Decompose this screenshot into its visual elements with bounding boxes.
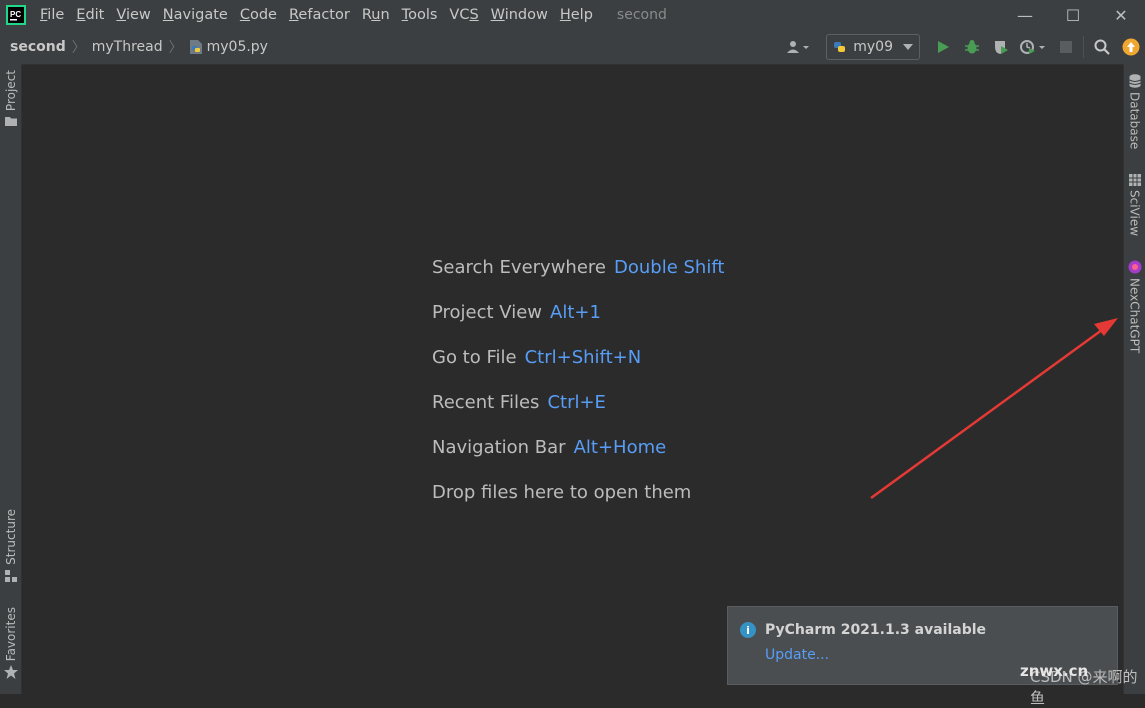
menu-window[interactable]: Window [485, 0, 554, 30]
toolbar-divider [1083, 36, 1084, 58]
window-title: second [616, 7, 667, 23]
shortcut-label: Double Shift [614, 257, 725, 278]
breadcrumb-file[interactable]: my05.py [189, 39, 268, 55]
hint-project-view: Project View Alt+1 [432, 302, 601, 323]
hint-go-to-file: Go to File Ctrl+Shift+N [432, 347, 642, 368]
ide-update-button[interactable] [1116, 30, 1145, 64]
menu-vcs[interactable]: VCS [443, 0, 484, 30]
tool-tab-project-label: Project [3, 70, 18, 112]
menu-view[interactable]: View [110, 0, 156, 30]
user-icon [787, 41, 810, 53]
menu-edit[interactable]: Edit [70, 0, 110, 30]
run-configuration-select[interactable]: my09 [826, 34, 920, 60]
menu-tools[interactable]: Tools [396, 0, 444, 30]
menu-run[interactable]: Run [356, 0, 396, 30]
breadcrumb-folder[interactable]: myThread [92, 39, 163, 55]
stop-icon [1059, 41, 1072, 53]
star-icon [3, 665, 18, 680]
left-tool-strip: Project Structure Favorites [0, 64, 22, 694]
site-watermark: znwx.cn [1020, 662, 1089, 680]
python-icon [834, 42, 846, 52]
navigation-bar: second 〉 myThread 〉 my05.py my09 [0, 30, 1145, 65]
pycharm-logo-icon: PC [6, 5, 26, 25]
profiler-icon [1020, 40, 1045, 54]
coverage-icon [994, 41, 1008, 54]
info-icon: i [740, 622, 756, 638]
shortcut-label: Ctrl+Shift+N [524, 347, 642, 368]
folder-icon [4, 117, 17, 127]
tool-tab-nexchatgpt-label: NexChatGPT [1127, 278, 1142, 354]
tool-tab-favorites-label: Favorites [3, 607, 18, 662]
menu-code[interactable]: Code [234, 0, 283, 30]
tool-tab-favorites[interactable]: Favorites [0, 607, 21, 680]
tool-tab-structure[interactable]: Structure [0, 509, 21, 582]
shortcut-label: Ctrl+E [547, 392, 606, 413]
python-file-icon [189, 39, 203, 55]
notification-title: PyCharm 2021.1.3 available [765, 622, 987, 638]
tool-tab-project[interactable]: Project [0, 70, 21, 127]
update-arrow-icon [1122, 38, 1139, 56]
menu-refactor[interactable]: Refactor [283, 0, 356, 30]
sciview-grid-icon [1128, 174, 1141, 186]
svg-text:PC: PC [10, 10, 21, 19]
chevron-down-icon [903, 44, 913, 50]
tool-tab-sciview-label: SciView [1127, 190, 1142, 237]
search-icon [1094, 39, 1110, 55]
account-dropdown-button[interactable] [780, 30, 816, 64]
close-button[interactable]: ✕ [1097, 0, 1145, 30]
maximize-button[interactable]: ☐ [1049, 0, 1097, 30]
breadcrumb-separator-icon: 〉 [168, 40, 183, 56]
tool-tab-database-label: Database [1127, 92, 1142, 150]
search-everywhere-button[interactable] [1087, 30, 1116, 64]
stop-button[interactable] [1051, 30, 1080, 64]
run-with-coverage-button[interactable] [986, 30, 1015, 64]
database-icon [1128, 74, 1141, 88]
empty-editor-hints: Search Everywhere Double Shift Project Vi… [432, 255, 724, 525]
update-link[interactable]: Update... [765, 647, 829, 663]
bug-icon [964, 40, 979, 54]
window-controls: — ☐ ✕ [1001, 0, 1145, 30]
main-menu: File Edit View Navigate Code Refactor Ru… [34, 0, 599, 30]
menu-help[interactable]: Help [554, 0, 599, 30]
minimize-button[interactable]: — [1001, 0, 1049, 30]
debug-button[interactable] [957, 30, 986, 64]
structure-icon [4, 569, 17, 582]
menu-file[interactable]: File [34, 0, 70, 30]
hint-navigation-bar: Navigation Bar Alt+Home [432, 437, 667, 458]
tool-tab-database[interactable]: Database [1124, 74, 1145, 149]
hint-recent-files: Recent Files Ctrl+E [432, 392, 606, 413]
hint-drop-files: Drop files here to open them [432, 482, 692, 503]
main-toolbar: my09 [780, 30, 1145, 64]
run-config-label: my09 [853, 39, 893, 55]
tool-tab-sciview[interactable]: SciView [1124, 174, 1145, 236]
nexchatgpt-logo-icon [1128, 260, 1141, 274]
right-tool-strip: Database SciView NexChatGPT [1123, 64, 1145, 694]
profile-dropdown-button[interactable] [1015, 30, 1051, 64]
breadcrumb-project[interactable]: second [10, 39, 66, 55]
tool-tab-structure-label: Structure [3, 509, 18, 565]
hint-search-everywhere: Search Everywhere Double Shift [432, 257, 725, 278]
run-button[interactable] [928, 30, 957, 64]
title-bar: PC File Edit View Navigate Code Refactor… [0, 0, 1145, 30]
shortcut-label: Alt+Home [573, 437, 667, 458]
tool-tab-nexchatgpt[interactable]: NexChatGPT [1124, 260, 1145, 353]
shortcut-label: Alt+1 [550, 302, 601, 323]
run-icon [937, 41, 949, 53]
menu-navigate[interactable]: Navigate [157, 0, 234, 30]
breadcrumb-separator-icon: 〉 [71, 40, 86, 56]
